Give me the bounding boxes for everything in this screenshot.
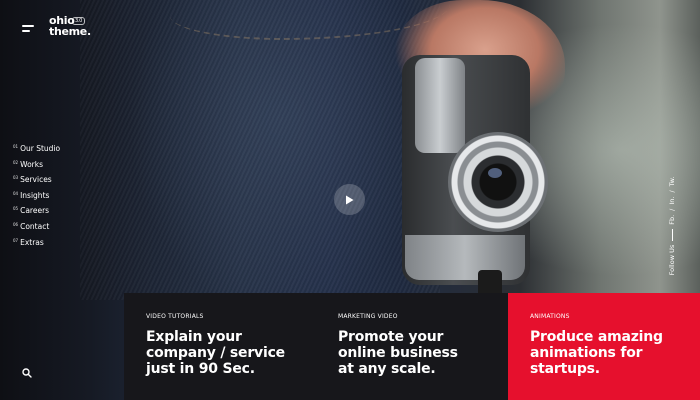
nav-item-label: Extras <box>20 237 44 247</box>
nav-item-number: 04 <box>13 190 19 196</box>
card-headline: Promote your online business at any scal… <box>338 329 458 377</box>
social-follow-bar: Follow Us Fb. / In. / Tw. <box>667 156 677 296</box>
hamburger-icon <box>22 25 34 27</box>
nav-item-label: Works <box>20 159 43 169</box>
site-logo[interactable]: ohio theme. 3.0 <box>49 15 99 41</box>
card-headline: Explain your company / service just in 9… <box>146 329 285 377</box>
play-video-button[interactable] <box>334 184 365 215</box>
nav-item-our-studio[interactable]: 01 Our Studio <box>13 144 60 160</box>
nav-item-number: 01 <box>13 144 19 149</box>
camera-bottom-plate <box>405 235 525 280</box>
social-separator: / <box>668 190 676 193</box>
card-kicker: MARKETING VIDEO <box>338 313 398 320</box>
card-kicker: ANIMATIONS <box>530 313 570 320</box>
nav-item-number: 06 <box>13 221 19 227</box>
nav-item-extras[interactable]: 07 Extras <box>13 238 60 254</box>
lens-glint <box>488 168 502 178</box>
hamburger-icon-line <box>22 30 30 32</box>
main-navigation: 01 Our Studio 02 Works 03 Services 04 Insigh… <box>13 144 60 253</box>
nav-item-label: Careers <box>20 206 50 216</box>
nav-item-careers[interactable]: 05 Careers <box>13 206 60 222</box>
jeans-texture <box>80 0 440 300</box>
nav-item-number: 03 <box>13 175 19 181</box>
nav-item-number: 02 <box>13 159 19 165</box>
social-link-facebook[interactable]: Fb. <box>668 215 676 225</box>
camera-top-plate <box>415 58 465 153</box>
logo-line-2: theme. <box>49 25 91 38</box>
nav-item-label: Contact <box>20 221 50 231</box>
logo-version-badge: 3.0 <box>72 17 86 25</box>
nav-item-label: Our Studio <box>20 144 61 153</box>
nav-item-label: Services <box>20 175 52 185</box>
social-link-instagram[interactable]: In. <box>668 197 676 205</box>
social-link-twitter[interactable]: Tw. <box>668 177 676 187</box>
card-video-tutorials[interactable]: VIDEO TUTORIALS Explain your company / s… <box>124 293 316 400</box>
card-marketing-video[interactable]: MARKETING VIDEO Promote your online busi… <box>316 293 508 400</box>
nav-item-contact[interactable]: 06 Contact <box>13 222 60 238</box>
nav-item-works[interactable]: 02 Works <box>13 160 60 176</box>
nav-item-services[interactable]: 03 Services <box>13 175 60 191</box>
card-kicker: VIDEO TUTORIALS <box>146 313 204 320</box>
menu-toggle-button[interactable] <box>22 24 36 34</box>
social-separator: / <box>668 208 676 211</box>
social-divider <box>671 228 673 241</box>
search-icon <box>22 368 32 378</box>
card-animations[interactable]: ANIMATIONS Produce amazing animations fo… <box>508 293 700 400</box>
service-cards: VIDEO TUTORIALS Explain your company / s… <box>124 293 700 400</box>
nav-item-number: 07 <box>13 237 19 243</box>
card-headline: Produce amazing animations for startups. <box>530 329 663 377</box>
nav-item-insights[interactable]: 04 Insights <box>13 191 60 207</box>
nav-item-label: Insights <box>20 190 50 200</box>
play-icon <box>346 195 354 204</box>
nav-item-number: 05 <box>13 206 19 212</box>
search-button[interactable] <box>22 365 34 378</box>
follow-us-label: Follow Us <box>668 244 676 276</box>
camera-lens <box>448 132 548 232</box>
